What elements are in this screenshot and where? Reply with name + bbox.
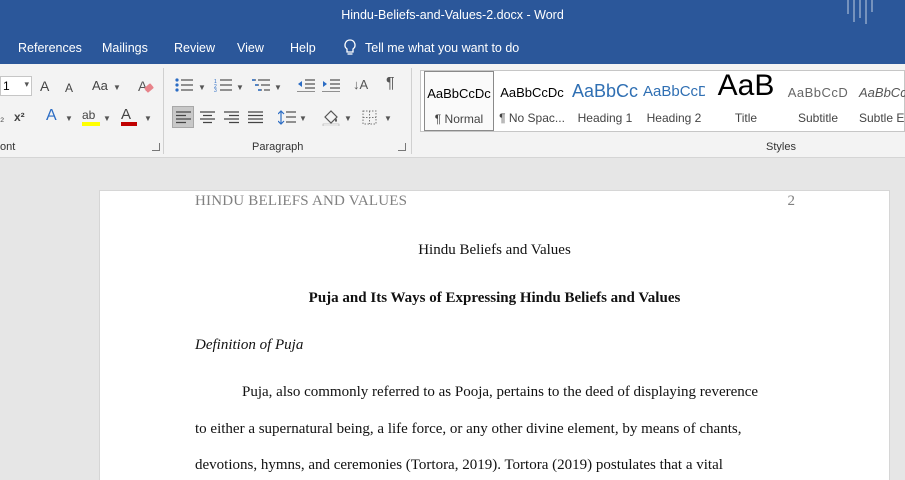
- highlight-button[interactable]: ab: [82, 107, 95, 123]
- tab-review[interactable]: Review: [174, 41, 215, 55]
- align-left-button[interactable]: [172, 106, 194, 128]
- tell-me-search[interactable]: Tell me what you want to do: [343, 39, 519, 56]
- style-name: Title: [734, 111, 758, 125]
- style-normal[interactable]: AaBbCcDc ¶ Normal: [424, 71, 494, 131]
- font-group-label: ont: [0, 141, 16, 153]
- increase-indent-icon[interactable]: [322, 78, 340, 92]
- align-right-icon[interactable]: [224, 111, 240, 124]
- document-page[interactable]: HINDU BELIEFS AND VALUES 2 Hindu Beliefs…: [99, 190, 890, 480]
- style-sample: AaBbCcDc: [500, 85, 564, 100]
- styles-group-label: Styles: [766, 141, 796, 153]
- tab-mailings[interactable]: Mailings: [102, 41, 148, 55]
- style-name: Subtitle: [797, 111, 839, 125]
- font-dialog-launcher[interactable]: [152, 143, 160, 151]
- show-formatting-marks-icon[interactable]: ¶: [386, 76, 395, 92]
- style-sample: AaBbCcD: [643, 83, 705, 100]
- superscript-button[interactable]: x²: [14, 109, 25, 125]
- multilevel-list-icon[interactable]: [252, 78, 270, 92]
- font-size-field[interactable]: 1: [0, 76, 32, 96]
- tab-references[interactable]: References: [18, 41, 82, 55]
- style-name: ¶ Normal: [434, 112, 484, 126]
- justify-icon[interactable]: [248, 111, 264, 124]
- style-name: Subtle Em: [859, 111, 905, 125]
- shading-icon[interactable]: [322, 108, 340, 126]
- style-sample: AaBbCcD: [787, 85, 849, 100]
- ribbon: 1 A A Aa ▼ A ₂ x² A ▼ ab ▼ A ▼ ont ▼ 123…: [0, 64, 905, 158]
- paragraph-dialog-launcher[interactable]: [398, 143, 406, 151]
- borders-icon[interactable]: [362, 110, 377, 125]
- style-subtle-emphasis[interactable]: AaBbCcD Subtle Em: [855, 71, 905, 131]
- body-line[interactable]: devotions, hymns, and ceremonies (Tortor…: [195, 457, 723, 474]
- body-line[interactable]: Puja, also commonly referred to as Pooja…: [242, 384, 758, 401]
- line-spacing-icon[interactable]: [278, 110, 296, 125]
- sort-icon[interactable]: ↓A: [353, 77, 368, 93]
- align-left-icon: [176, 111, 191, 124]
- clear-formatting-icon[interactable]: A: [138, 77, 154, 95]
- tell-me-label: Tell me what you want to do: [365, 40, 520, 55]
- style-sample: AaBbCc: [571, 81, 639, 101]
- grow-font-button[interactable]: A: [40, 78, 49, 94]
- style-no-spacing[interactable]: AaBbCcDc ¶ No Spac...: [497, 71, 567, 131]
- running-head[interactable]: HINDU BELIEFS AND VALUES: [195, 193, 407, 210]
- paragraph-group-label: Paragraph: [252, 141, 304, 153]
- style-name: Heading 2: [646, 111, 702, 125]
- style-title[interactable]: AaB Title: [711, 71, 781, 131]
- svg-text:3: 3: [214, 88, 217, 92]
- ribbon-tabs: References Mailings Review View Help Tel…: [0, 32, 905, 64]
- svg-text:A: A: [138, 78, 148, 94]
- font-color-button[interactable]: A: [121, 107, 131, 123]
- bullets-icon[interactable]: [175, 78, 193, 92]
- styles-gallery: AaBbCcDc ¶ Normal AaBbCcDc ¶ No Spac... …: [420, 70, 905, 132]
- style-sample: AaBbCcD: [859, 85, 905, 100]
- change-case-button[interactable]: Aa: [92, 78, 108, 94]
- style-subtitle[interactable]: AaBbCcD Subtitle: [785, 71, 851, 131]
- page-number: 2: [787, 193, 796, 209]
- subscript-button[interactable]: ₂: [0, 110, 4, 126]
- style-sample: AaB: [717, 71, 775, 102]
- style-sample: AaBbCcDc: [427, 86, 491, 101]
- subsection-heading[interactable]: Definition of Puja: [195, 337, 303, 354]
- document-title[interactable]: Hindu Beliefs and Values: [100, 242, 889, 259]
- font-color-bar: [121, 122, 137, 126]
- window-title: Hindu-Beliefs-and-Values-2.docx - Word: [341, 8, 564, 22]
- decrease-indent-icon[interactable]: [297, 78, 315, 92]
- style-heading-2[interactable]: AaBbCcD Heading 2: [643, 71, 705, 131]
- numbering-icon[interactable]: 123: [214, 78, 232, 92]
- lightbulb-icon: [344, 39, 356, 55]
- body-line[interactable]: to either a supernatural being, a life f…: [195, 421, 741, 438]
- style-name: Heading 1: [577, 111, 633, 125]
- shrink-font-button[interactable]: A: [65, 80, 73, 96]
- style-name: ¶ No Spac...: [499, 111, 565, 125]
- section-heading[interactable]: Puja and Its Ways of Expressing Hindu Be…: [100, 290, 889, 307]
- align-center-icon[interactable]: [200, 111, 216, 124]
- tab-view[interactable]: View: [237, 41, 264, 55]
- tab-help[interactable]: Help: [290, 41, 316, 55]
- highlight-color-bar: [82, 122, 100, 126]
- text-effects-button[interactable]: A: [46, 108, 57, 124]
- title-bar-decoration: [845, 0, 881, 24]
- style-heading-1[interactable]: AaBbCc Heading 1: [569, 71, 641, 131]
- title-bar: Hindu-Beliefs-and-Values-2.docx - Word: [0, 0, 905, 32]
